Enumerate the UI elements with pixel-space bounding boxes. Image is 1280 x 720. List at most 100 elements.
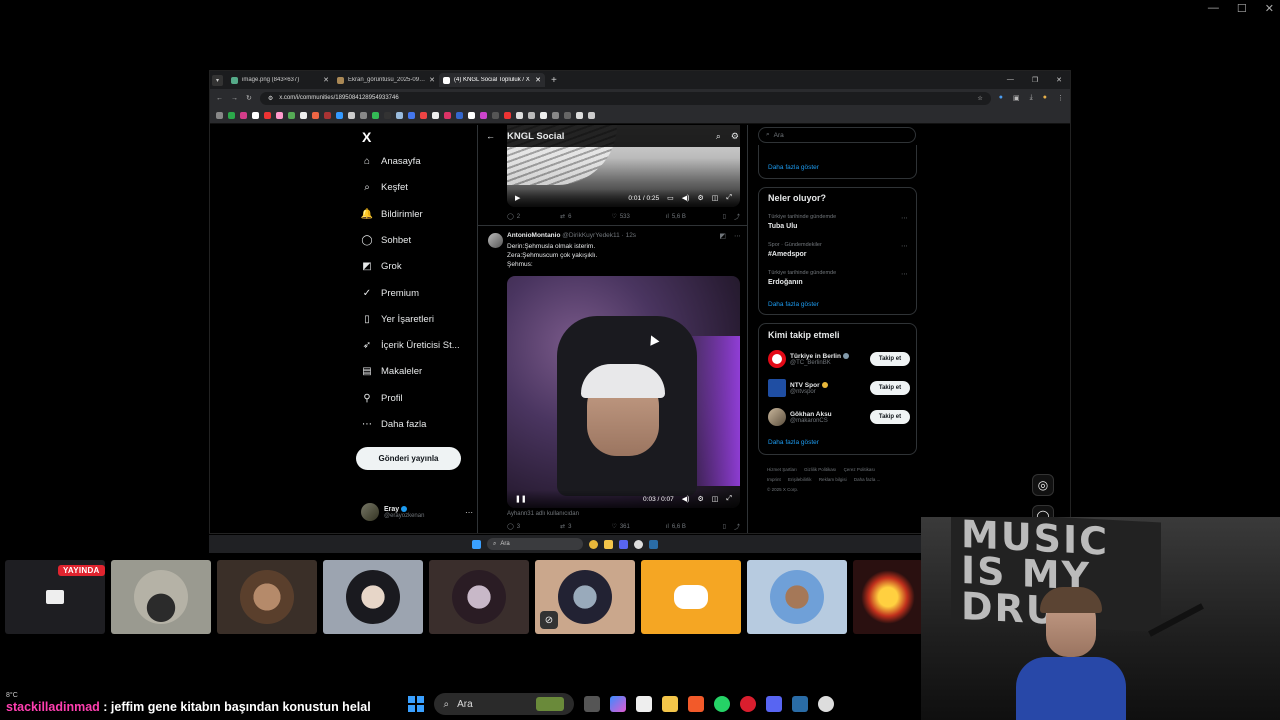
bookmark-button[interactable]: ▯ <box>723 213 726 220</box>
obs-icon[interactable] <box>817 696 834 712</box>
bookmark-icon[interactable] <box>324 111 331 119</box>
trend-name[interactable]: #Amedspor <box>768 251 807 258</box>
bookmark-icon[interactable] <box>456 111 463 119</box>
volume-icon[interactable]: ◀) <box>682 194 690 202</box>
more-icon[interactable]: ⋯ <box>901 270 908 278</box>
bookmark-icon[interactable] <box>288 111 295 119</box>
views-button[interactable]: ıl 5,6 B <box>666 214 686 220</box>
bookmark-icon[interactable] <box>312 111 319 119</box>
views-button[interactable]: ıl 6,6 B <box>666 524 686 530</box>
grok-float-icon[interactable]: ◎ <box>1032 474 1054 496</box>
share-button[interactable]: ⤴ <box>734 212 740 221</box>
restore-icon[interactable]: ❐ <box>1032 76 1038 84</box>
avatar[interactable] <box>488 233 503 248</box>
pause-icon[interactable]: ❚❚ <box>515 495 527 503</box>
footer-link[interactable]: Reklam bilgisi <box>819 477 847 482</box>
sidebar-item-home[interactable]: ⌂ Anasayfa <box>362 156 472 167</box>
taskbar-search[interactable]: ⌕ Ara <box>487 538 583 550</box>
more-icon[interactable]: ⋯ <box>465 508 473 517</box>
follow-button[interactable]: Takip et <box>870 410 910 424</box>
participant-tile[interactable] <box>323 560 423 634</box>
obs-icon[interactable] <box>634 539 643 549</box>
fullscreen-icon[interactable]: ⤢ <box>726 495 732 503</box>
pip-icon[interactable]: ◫ <box>712 194 719 202</box>
sidebar-item-bookmark[interactable]: ▯ Yer İşaretleri <box>362 314 472 325</box>
bookmark-icon[interactable] <box>528 111 535 119</box>
sidebar-item-more[interactable]: ⋯ Daha fazla <box>362 419 472 430</box>
more-icon[interactable]: ⋯ <box>734 232 741 240</box>
bookmark-icon[interactable] <box>396 111 403 119</box>
menu-icon[interactable]: ⋮ <box>1057 94 1064 102</box>
participant-tile[interactable] <box>111 560 211 634</box>
footer-link[interactable]: Erişilebilirlik <box>788 477 812 482</box>
sidebar-item-chat[interactable]: ◯ Sohbet <box>361 235 472 246</box>
repost-button[interactable]: ⇄ 6 <box>560 213 571 221</box>
windows-start-icon[interactable] <box>408 696 424 712</box>
follow-suggestion[interactable]: Gökhan Aksu @makaronCS Takip et <box>768 408 910 426</box>
puzzle-icon[interactable]: ▣ <box>1013 94 1020 102</box>
bookmark-icon[interactable] <box>420 111 427 119</box>
bookmark-icon[interactable] <box>516 111 523 119</box>
pip-icon[interactable]: ◫ <box>712 495 719 503</box>
tab-image[interactable]: image.png (843×637) ✕ <box>227 73 333 87</box>
sidebar-item-grok[interactable]: ◩ Grok <box>362 261 472 272</box>
account-switcher[interactable]: Eray @erayozkenan ⋯ <box>361 503 473 521</box>
follow-suggestion[interactable]: Türkiye in Berlin @TC_BerlinBK Takip et <box>768 350 910 368</box>
sidebar-item-profile[interactable]: ⚲ Profil <box>362 393 472 404</box>
extension-icon[interactable]: ● <box>999 94 1003 102</box>
bookmark-icon[interactable] <box>540 111 547 119</box>
reload-icon[interactable]: ↻ <box>246 94 252 102</box>
bookmark-star-icon[interactable]: ☆ <box>977 95 982 102</box>
video-attribution[interactable]: Ayhann31 adlı kullanıcıdan <box>507 511 579 517</box>
bookmark-button[interactable]: ▯ <box>723 523 726 530</box>
new-tab-button[interactable]: + <box>551 75 557 86</box>
settings-icon[interactable]: ⚙ <box>697 495 703 503</box>
participant-tile[interactable] <box>853 560 923 634</box>
reply-button[interactable]: ◯ 2 <box>507 213 520 221</box>
post-author[interactable]: AntonioMontanio <box>507 232 560 239</box>
bookmark-icon[interactable] <box>264 111 271 119</box>
bookmark-icon[interactable] <box>576 111 583 119</box>
download-icon[interactable]: ⤓ <box>1030 94 1033 102</box>
profile-icon[interactable]: ● <box>1043 94 1047 102</box>
bookmark-icon[interactable] <box>480 111 487 119</box>
folder-icon[interactable] <box>661 696 678 712</box>
copilot-icon[interactable] <box>609 696 626 712</box>
close-icon[interactable]: ✕ <box>1265 2 1274 15</box>
settings-icon[interactable]: ⚙ <box>697 194 703 202</box>
participant-tile[interactable] <box>429 560 529 634</box>
show-more-link[interactable]: Daha fazla göster <box>768 164 819 171</box>
share-button[interactable]: ⤴ <box>734 522 740 531</box>
like-button[interactable]: ♡ 533 <box>611 213 629 221</box>
sidebar-item-rocket[interactable]: ➶ İçerik Üreticisi St... <box>362 340 472 351</box>
captions-icon[interactable]: ▭ <box>667 194 674 202</box>
discord-icon[interactable] <box>765 696 782 712</box>
trend-name[interactable]: Tuba Ulu <box>768 223 797 230</box>
bookmark-icon[interactable] <box>348 111 355 119</box>
brave-icon[interactable] <box>687 696 704 712</box>
discord-icon[interactable] <box>619 539 628 549</box>
minimize-icon[interactable]: — <box>1208 2 1219 15</box>
participant-tile[interactable] <box>641 560 741 634</box>
windows-start-icon[interactable] <box>472 539 481 549</box>
sidebar-item-search[interactable]: ⌕ Keşfet <box>362 182 472 193</box>
bookmark-icon[interactable] <box>276 111 283 119</box>
bookmark-icon[interactable] <box>504 111 511 119</box>
volume-icon[interactable]: ◀) <box>682 495 690 503</box>
trend-name[interactable]: Erdoğanın <box>768 279 803 286</box>
weather-widget[interactable]: 8°C <box>6 692 18 699</box>
footer-link[interactable]: Hizmet Şartları <box>767 467 797 472</box>
minimize-icon[interactable]: — <box>1007 76 1014 84</box>
follow-button[interactable]: Takip et <box>870 352 910 366</box>
taskbar-search[interactable]: ⌕ Ara <box>433 693 574 715</box>
grok-icon[interactable]: ◩ <box>719 232 726 240</box>
search-icon[interactable]: ⌕ <box>716 131 721 142</box>
bookmark-icon[interactable] <box>432 111 439 119</box>
tab-x-community[interactable]: (4) KNGL Social Topluluk / X ✕ <box>439 73 545 87</box>
close-icon[interactable]: ✕ <box>1056 76 1062 84</box>
bookmark-icon[interactable] <box>252 111 259 119</box>
folder-icon[interactable] <box>604 539 613 549</box>
footer-link[interactable]: Çerez Politikası <box>844 467 875 472</box>
bookmark-icon[interactable] <box>300 111 307 119</box>
sidebar-item-premium[interactable]: ✓ Premium <box>362 288 472 299</box>
